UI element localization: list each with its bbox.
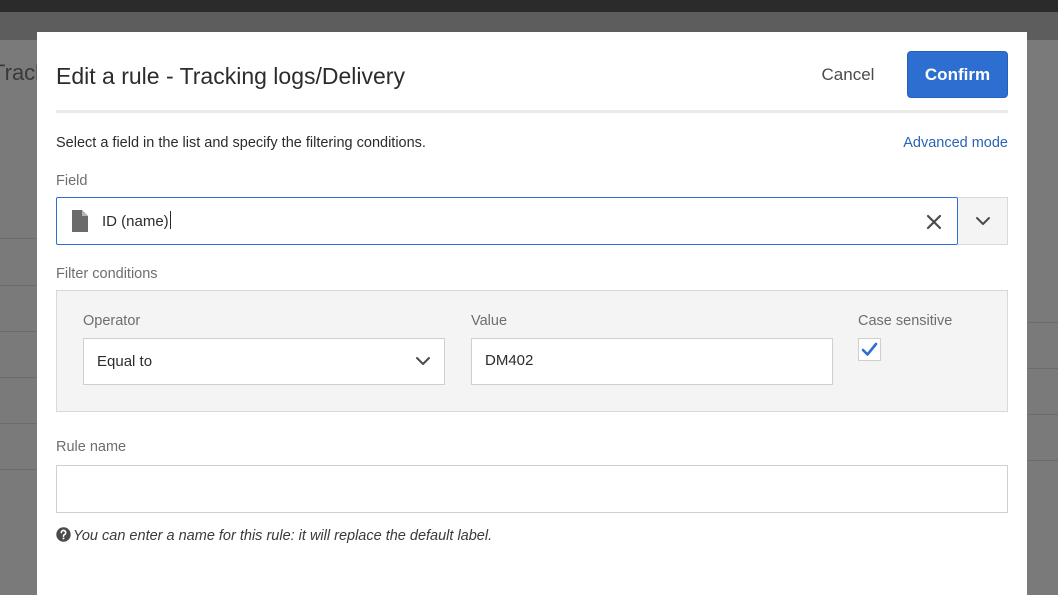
edit-rule-dialog: Edit a rule - Tracking logs/Delivery Can… [37,32,1027,595]
background-divider [1027,414,1058,415]
value-input[interactable]: DM402 [471,338,833,385]
case-sensitive-label: Case sensitive [858,313,953,329]
text-caret [169,211,171,229]
filter-conditions-label: Filter conditions [56,266,158,282]
cancel-button[interactable]: Cancel [807,57,889,93]
operator-value: Equal to [97,353,153,370]
background-divider [1027,460,1058,461]
confirm-button[interactable]: Confirm [907,51,1008,98]
file-icon [72,210,88,232]
title-divider [56,110,1008,113]
field-label: Field [56,173,88,189]
chevron-down-icon [976,217,990,225]
background-divider [0,238,37,239]
rule-name-input[interactable] [56,465,1008,513]
background-divider [0,469,37,470]
field-dropdown-button[interactable] [958,197,1008,245]
case-sensitive-checkbox[interactable] [858,338,881,361]
background-divider [0,331,37,332]
operator-select[interactable]: Equal to [83,338,445,385]
background-divider [0,377,37,378]
rule-name-help-text: You can enter a name for this rule: it w… [73,528,493,544]
checkmark-icon [861,342,878,356]
operator-label: Operator [83,313,141,329]
clear-icon[interactable] [923,211,945,233]
filter-conditions-panel: Operator Equal to Value DM402 Case sensi… [56,290,1008,412]
background-divider [1027,322,1058,323]
rule-name-label: Rule name [56,439,127,455]
value-label: Value [471,313,508,329]
field-input[interactable]: ID (name) [56,197,958,245]
chevron-down-icon [416,357,430,365]
advanced-mode-link[interactable]: Advanced mode [899,133,1008,153]
value-text: DM402 [485,352,534,369]
instructions-text: Select a field in the list and specify t… [56,135,426,151]
app-top-bar [0,0,1058,12]
background-divider [0,285,37,286]
dialog-title: Edit a rule - Tracking logs/Delivery [56,63,405,89]
background-divider [1027,368,1058,369]
field-value: ID (name) [102,213,169,230]
background-divider [0,423,37,424]
help-icon [56,527,71,542]
background-page-title: Tracki [0,60,37,85]
field-value-container: ID (name) [102,211,171,232]
